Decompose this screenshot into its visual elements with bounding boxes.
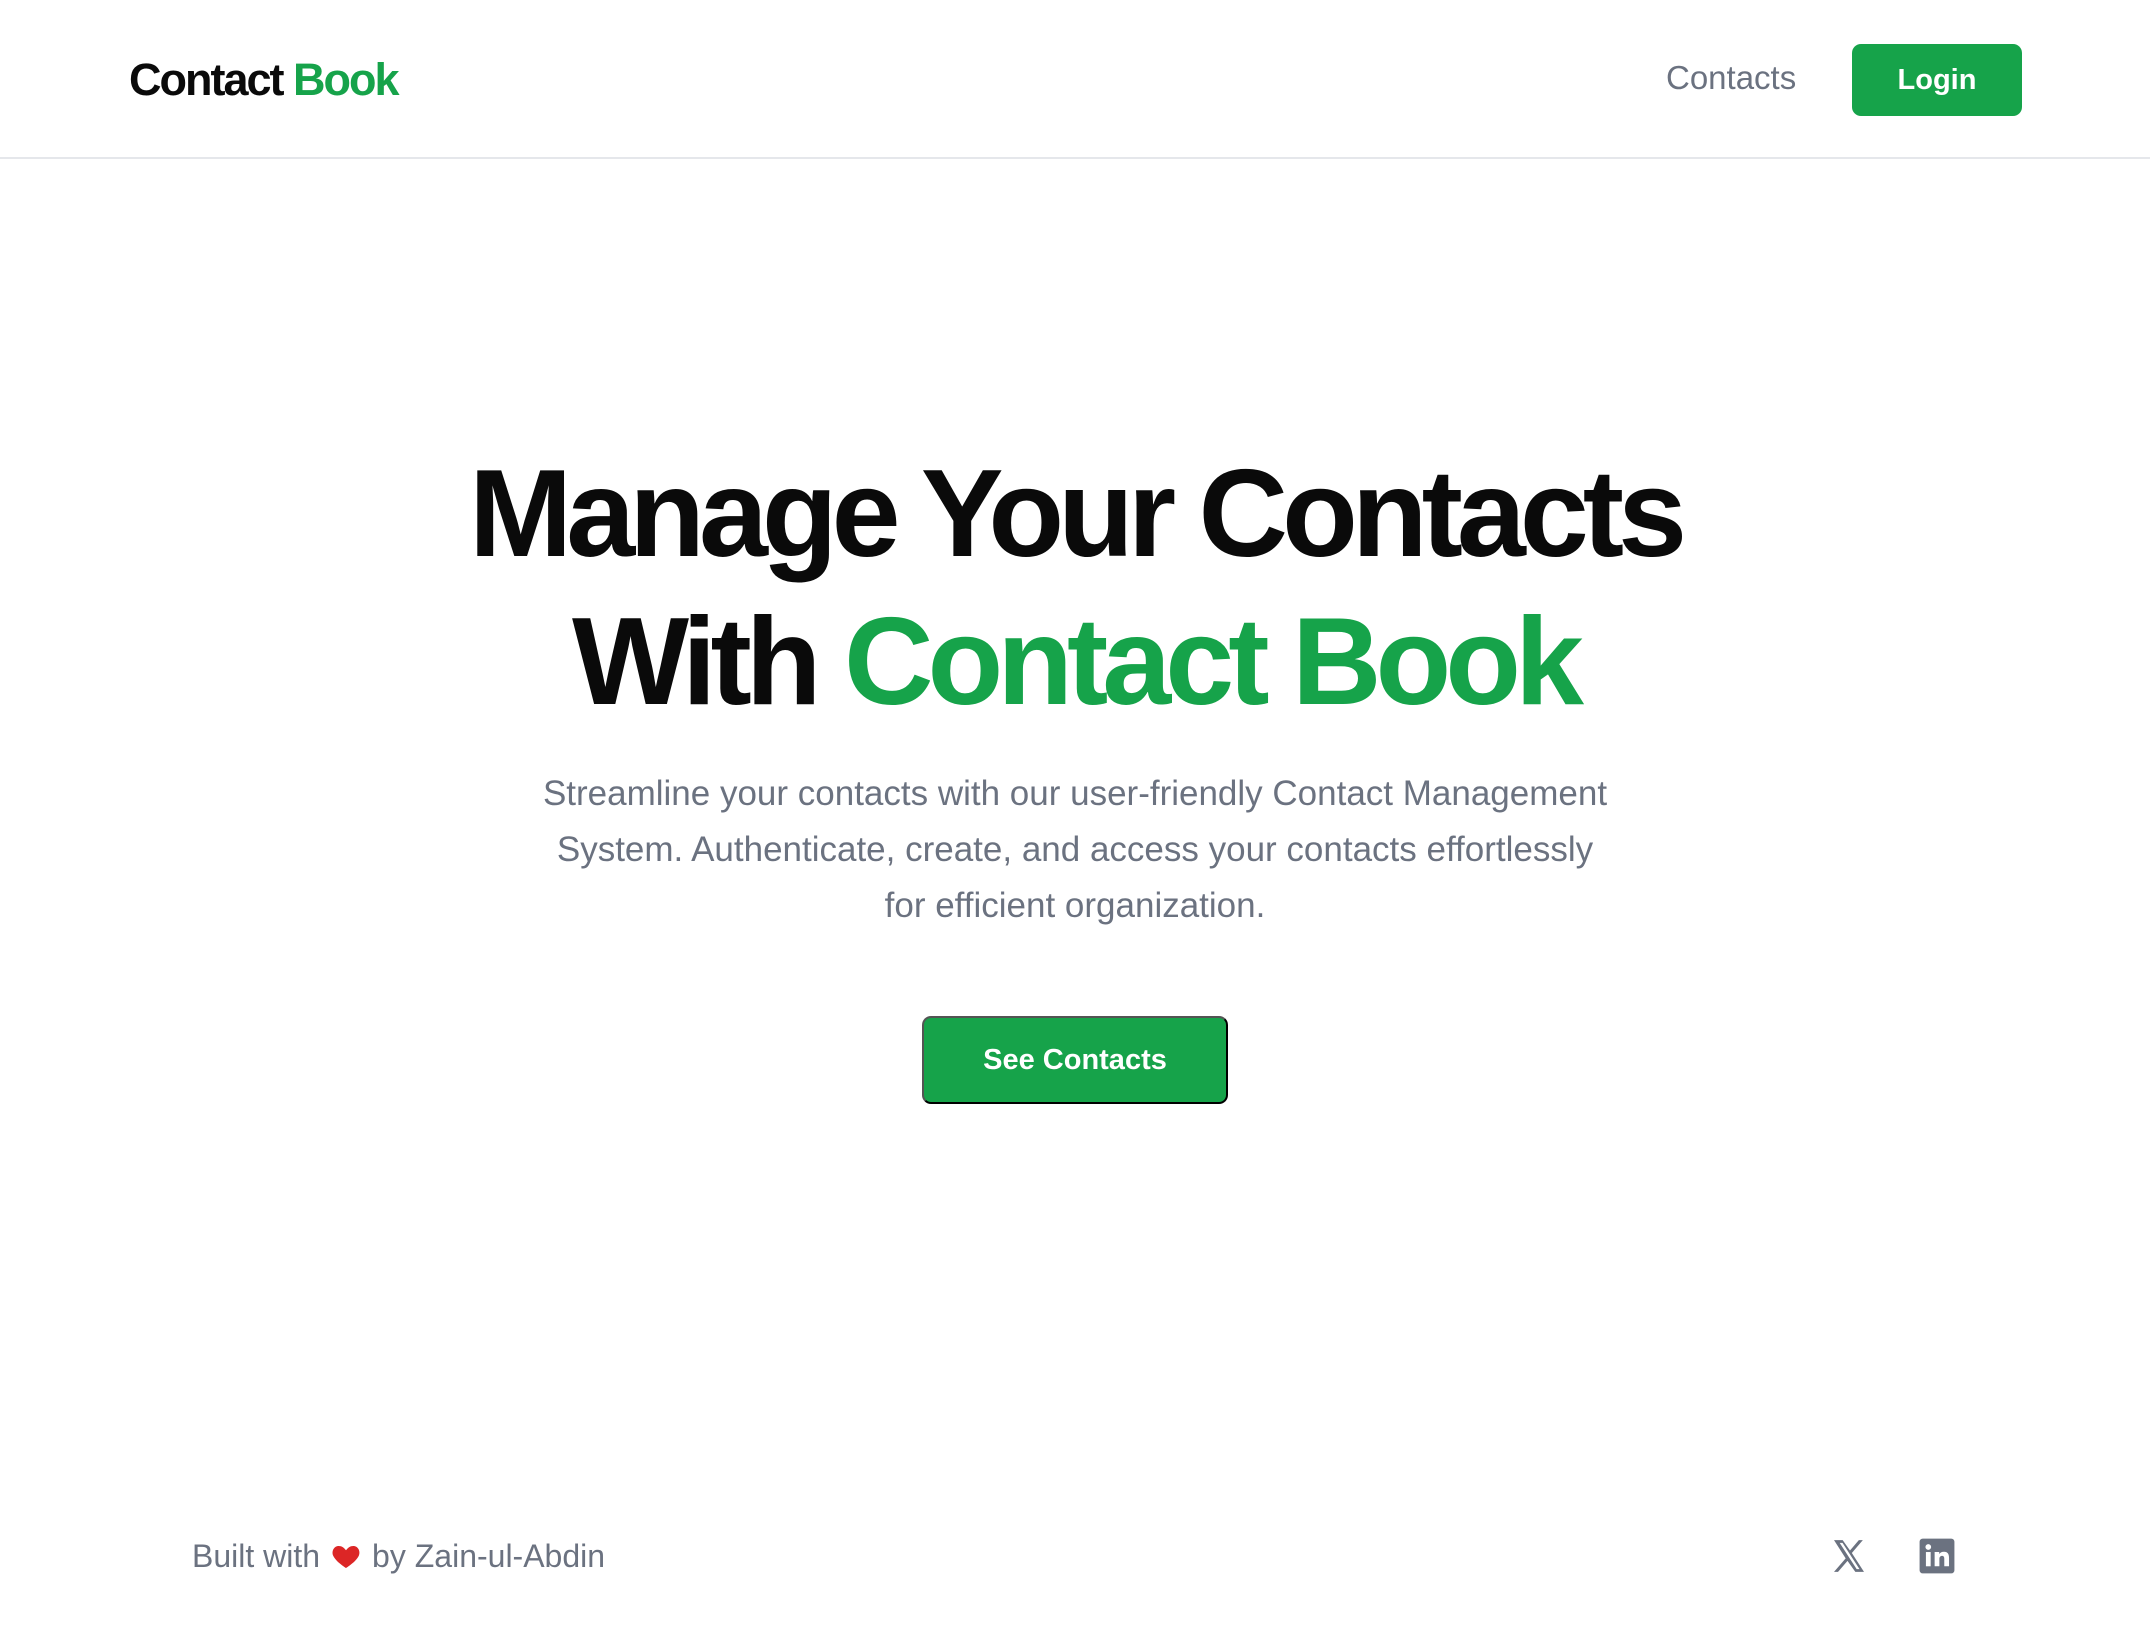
login-button[interactable]: Login [1852, 44, 2022, 116]
hero-title-prefix: With [572, 593, 821, 731]
heart-icon [332, 1546, 360, 1568]
cta-container: See Contacts [0, 1016, 2150, 1104]
linkedin-icon[interactable] [1915, 1534, 1959, 1578]
hero-title: Manage Your Contacts With Contact Book [0, 440, 2150, 736]
logo-text-main: Contact [129, 54, 284, 105]
x-icon[interactable] [1827, 1534, 1871, 1578]
footer-credit: Built with by Zain-ul-Abdin [192, 1536, 605, 1576]
brand-logo[interactable]: Contact Book [129, 52, 400, 108]
footer-built-with: Built with [192, 1538, 321, 1574]
footer-author: by Zain-ul-Abdin [372, 1538, 606, 1574]
see-contacts-button[interactable]: See Contacts [922, 1016, 1228, 1104]
hero-title-accent: Contact Book [843, 593, 1584, 731]
nav-contacts-link[interactable]: Contacts [1666, 56, 1796, 100]
logo-text-accent: Book [293, 54, 399, 105]
hero-section: Manage Your Contacts With Contact Book S… [0, 440, 2150, 1104]
hero-title-line1: Manage Your Contacts [468, 445, 1687, 583]
hero-subtitle: Streamline your contacts with our user-f… [542, 774, 1608, 925]
hero-title-line2: With Contact Book [0, 588, 2150, 736]
site-header: Contact Book Contacts Login [0, 0, 2150, 159]
